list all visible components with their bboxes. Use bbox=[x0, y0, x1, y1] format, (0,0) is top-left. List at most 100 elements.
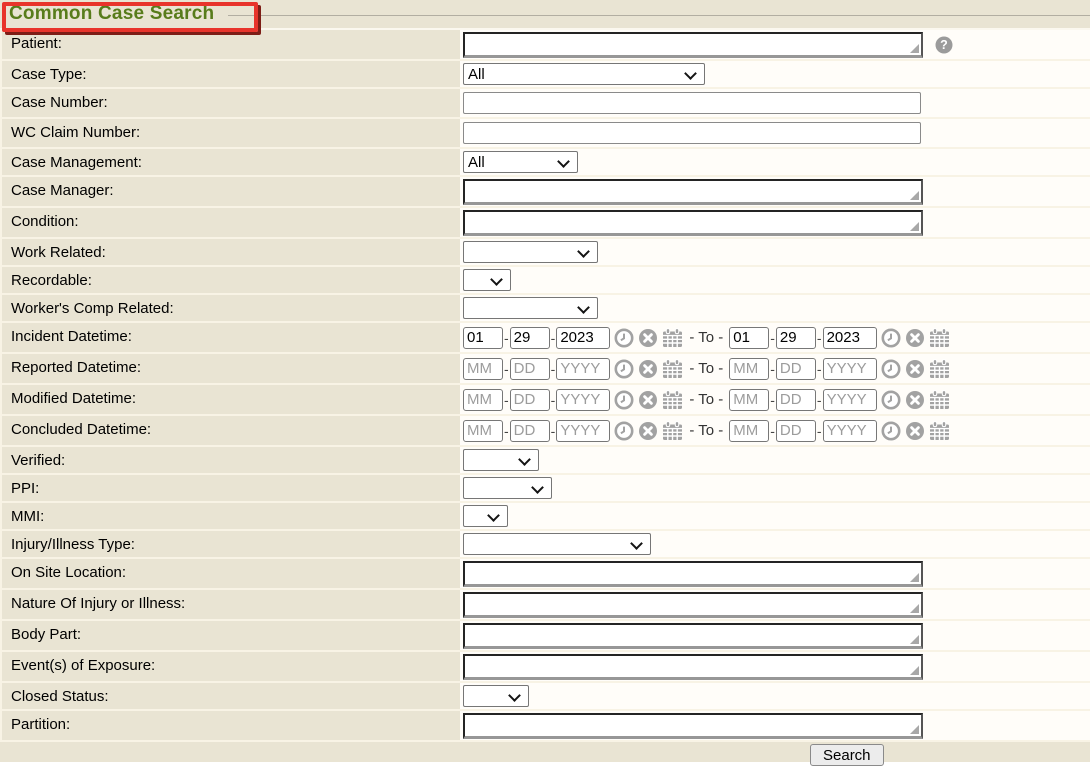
page-title: Common Case Search bbox=[9, 3, 214, 25]
calendar-icon[interactable] bbox=[929, 359, 950, 379]
body-part-textarea[interactable] bbox=[463, 623, 923, 649]
chevron-down-icon bbox=[577, 245, 590, 258]
reported-datetime-to-day-input[interactable] bbox=[776, 358, 816, 380]
events-of-exposure-field-cell bbox=[460, 652, 1090, 681]
clock-icon[interactable] bbox=[614, 359, 634, 379]
row-case-management: Case Management:All bbox=[0, 149, 1090, 177]
closed-status-select[interactable] bbox=[463, 685, 529, 707]
concluded-datetime-from-month-input[interactable] bbox=[463, 420, 503, 442]
workers-comp-related-label: Worker's Comp Related: bbox=[0, 295, 460, 321]
footer-bar: Search bbox=[0, 742, 1090, 765]
modified-datetime-to-year-input[interactable] bbox=[823, 389, 877, 411]
calendar-icon[interactable] bbox=[662, 328, 683, 348]
date-part-separator: - bbox=[551, 423, 556, 439]
recordable-label: Recordable: bbox=[0, 267, 460, 293]
incident-datetime-to-day-input[interactable] bbox=[776, 327, 816, 349]
case-manager-label: Case Manager: bbox=[0, 177, 460, 206]
chevron-down-icon bbox=[630, 537, 643, 550]
verified-select[interactable] bbox=[463, 449, 539, 471]
modified-datetime-to-month-input[interactable] bbox=[729, 389, 769, 411]
on-site-location-field-cell bbox=[460, 559, 1090, 588]
concluded-datetime-from-year-input[interactable] bbox=[556, 420, 610, 442]
clock-icon[interactable] bbox=[614, 421, 634, 441]
recordable-select[interactable] bbox=[463, 269, 511, 291]
calendar-icon[interactable] bbox=[662, 421, 683, 441]
clear-icon[interactable] bbox=[905, 421, 925, 441]
incident-datetime-from-year-input[interactable] bbox=[556, 327, 610, 349]
concluded-datetime-to-year-input[interactable] bbox=[823, 420, 877, 442]
row-modified-datetime: Modified Datetime:--- To --- bbox=[0, 385, 1090, 416]
date-range-to-label: - To - bbox=[689, 422, 723, 439]
clock-icon[interactable] bbox=[881, 328, 901, 348]
patient-textarea[interactable] bbox=[463, 32, 923, 58]
calendar-icon[interactable] bbox=[662, 390, 683, 410]
ppi-select[interactable] bbox=[463, 477, 552, 499]
concluded-datetime-to-day-input[interactable] bbox=[776, 420, 816, 442]
chevron-down-icon bbox=[531, 481, 544, 494]
partition-field-cell bbox=[460, 711, 1090, 740]
reported-datetime-from-month-input[interactable] bbox=[463, 358, 503, 380]
incident-datetime-to-month-input[interactable] bbox=[729, 327, 769, 349]
clear-icon[interactable] bbox=[905, 390, 925, 410]
modified-datetime-from-year-input[interactable] bbox=[556, 389, 610, 411]
condition-textarea[interactable] bbox=[463, 210, 923, 236]
concluded-datetime-from-day-input[interactable] bbox=[510, 420, 550, 442]
date-range-to-label: - To - bbox=[689, 329, 723, 346]
clear-icon[interactable] bbox=[905, 359, 925, 379]
calendar-icon[interactable] bbox=[929, 421, 950, 441]
case-management-select[interactable]: All bbox=[463, 151, 578, 173]
nature-of-injury-textarea[interactable] bbox=[463, 592, 923, 618]
modified-datetime-from-day-input[interactable] bbox=[510, 389, 550, 411]
reported-datetime-to-month-input[interactable] bbox=[729, 358, 769, 380]
clear-icon[interactable] bbox=[638, 359, 658, 379]
reported-datetime-from-year-input[interactable] bbox=[556, 358, 610, 380]
case-number-input[interactable] bbox=[463, 92, 921, 114]
date-range-to-label: - To - bbox=[689, 360, 723, 377]
clear-icon[interactable] bbox=[638, 328, 658, 348]
injury-illness-type-field-cell bbox=[460, 531, 1090, 557]
clock-icon[interactable] bbox=[881, 359, 901, 379]
row-on-site-location: On Site Location: bbox=[0, 559, 1090, 590]
clock-icon[interactable] bbox=[614, 328, 634, 348]
calendar-icon[interactable] bbox=[662, 359, 683, 379]
wc-claim-number-field-cell bbox=[460, 119, 1090, 147]
calendar-icon[interactable] bbox=[929, 390, 950, 410]
date-part-separator: - bbox=[770, 392, 775, 408]
incident-datetime-label: Incident Datetime: bbox=[0, 323, 460, 352]
injury-illness-type-select[interactable] bbox=[463, 533, 651, 555]
case-manager-textarea[interactable] bbox=[463, 179, 923, 205]
date-part-separator: - bbox=[817, 361, 822, 377]
wc-claim-number-input[interactable] bbox=[463, 122, 921, 144]
case-type-select[interactable]: All bbox=[463, 63, 705, 85]
wc-claim-number-label: WC Claim Number: bbox=[0, 119, 460, 147]
concluded-datetime-field-cell: --- To --- bbox=[460, 416, 1090, 445]
clock-icon[interactable] bbox=[881, 421, 901, 441]
workers-comp-related-select[interactable] bbox=[463, 297, 598, 319]
mmi-select[interactable] bbox=[463, 505, 508, 527]
case-type-field-cell: All bbox=[460, 61, 1090, 87]
reported-datetime-to-year-input[interactable] bbox=[823, 358, 877, 380]
on-site-location-textarea[interactable] bbox=[463, 561, 923, 587]
reported-datetime-from-day-input[interactable] bbox=[510, 358, 550, 380]
calendar-icon[interactable] bbox=[929, 328, 950, 348]
partition-textarea[interactable] bbox=[463, 713, 923, 739]
incident-datetime-from-month-input[interactable] bbox=[463, 327, 503, 349]
date-part-separator: - bbox=[504, 361, 509, 377]
work-related-select[interactable] bbox=[463, 241, 598, 263]
modified-datetime-from-month-input[interactable] bbox=[463, 389, 503, 411]
row-incident-datetime: Incident Datetime:--- To --- bbox=[0, 323, 1090, 354]
help-icon[interactable]: ? bbox=[935, 36, 953, 54]
clock-icon[interactable] bbox=[881, 390, 901, 410]
events-of-exposure-textarea[interactable] bbox=[463, 654, 923, 680]
case-number-field-cell bbox=[460, 89, 1090, 117]
clear-icon[interactable] bbox=[905, 328, 925, 348]
modified-datetime-to-day-input[interactable] bbox=[776, 389, 816, 411]
clear-icon[interactable] bbox=[638, 421, 658, 441]
concluded-datetime-to-month-input[interactable] bbox=[729, 420, 769, 442]
incident-datetime-to-year-input[interactable] bbox=[823, 327, 877, 349]
search-button[interactable]: Search bbox=[810, 744, 884, 766]
case-management-selected-value: All bbox=[464, 154, 485, 171]
clock-icon[interactable] bbox=[614, 390, 634, 410]
clear-icon[interactable] bbox=[638, 390, 658, 410]
incident-datetime-from-day-input[interactable] bbox=[510, 327, 550, 349]
